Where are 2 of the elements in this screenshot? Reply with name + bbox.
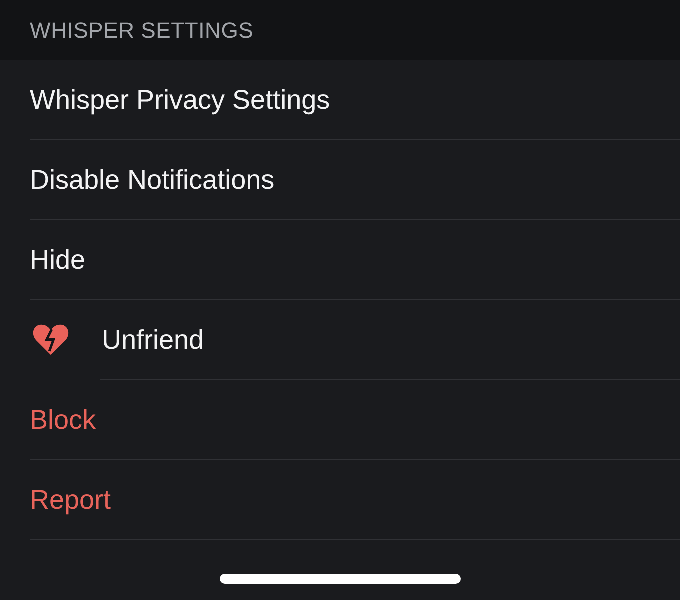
broken-heart-icon: [32, 323, 70, 357]
section-title: WHISPER SETTINGS: [30, 18, 254, 42]
